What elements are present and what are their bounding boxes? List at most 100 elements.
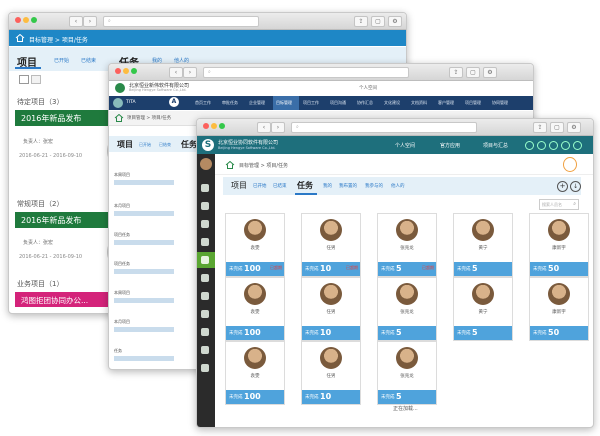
sidebar-chart-icon[interactable] [201,310,209,318]
list-item[interactable]: 本周项目 [114,172,130,178]
member-card[interactable]: 康新宇 未完成 50 [529,277,589,341]
nav-item-0[interactable]: 首页工作 [195,100,211,106]
nav-item-10[interactable]: 项目管理 [465,100,481,106]
minimize-dot[interactable] [23,17,29,23]
grid-view-icon[interactable] [19,75,29,84]
tab-project[interactable]: 项目 [231,180,247,191]
nav-item-6[interactable]: 协作汇总 [357,100,373,106]
sidebar-user-icon[interactable] [201,238,209,246]
member-card[interactable]: 黄宁 未完成 5 [453,277,513,341]
sidebar-calendar-icon[interactable] [201,202,209,210]
header-link-apps[interactable]: 官方应用 [440,142,460,149]
back-icon[interactable]: ‹ [257,122,271,133]
member-card[interactable]: 张兆龙 未完成 5 [377,341,437,405]
tab-project[interactable]: 项目 [117,139,133,150]
settings-icon[interactable]: ⚙ [567,122,581,133]
list-view-icon[interactable] [31,75,41,84]
add-icon[interactable]: + [557,181,568,192]
tab-participate[interactable]: 我参与的 [365,183,383,189]
project-card3-header[interactable]: 鸿图拒团协同办公... [15,292,111,307]
back-icon[interactable]: ‹ [169,67,183,78]
timer-icon[interactable] [563,157,577,172]
forward-icon[interactable]: › [83,16,97,27]
member-card[interactable]: 任男 未完成 10 [301,341,361,405]
member-card[interactable]: 袁雯 未完成 100 [225,277,285,341]
member-card[interactable]: 张兆龙 未完成 5 [377,277,437,341]
tab-others[interactable]: 他人的 [391,183,405,189]
list-item[interactable]: 项目任务 [114,232,130,238]
member-card[interactable]: 张兆龙 未完成 5 已超期 [377,213,437,277]
sidebar-settings-icon[interactable] [201,346,209,354]
tab-started[interactable]: 已开始 [253,183,267,189]
header-link-personal[interactable]: 个人空间 [395,142,415,149]
tab-ended[interactable]: 已结束 [273,183,287,189]
back-icon[interactable]: ‹ [69,16,83,27]
message-icon[interactable] [537,141,546,150]
sidebar-share-icon[interactable] [201,220,209,228]
address-bar[interactable]: ⌕ [103,16,259,27]
maximize-dot[interactable] [219,123,225,129]
tab-mine[interactable]: 我的 [323,183,332,189]
sidebar-box-icon[interactable] [201,328,209,336]
sidebar-target-icon[interactable] [201,256,209,264]
power-icon[interactable] [573,141,582,150]
download-icon[interactable]: ↓ [570,181,581,192]
list-item[interactable]: 本月项目 [114,203,130,209]
minimize-dot[interactable] [123,68,129,74]
settings-icon[interactable]: ⚙ [388,16,402,27]
address-bar[interactable]: ⌕ [291,122,477,133]
notify-icon[interactable] [525,141,534,150]
mail-icon[interactable] [549,141,558,150]
share-icon[interactable]: ⇪ [449,67,463,78]
nav-item-2[interactable]: 企业管理 [249,100,265,106]
maximize-dot[interactable] [31,17,37,23]
member-card[interactable]: 任男 未完成 10 [301,277,361,341]
project-card-header[interactable]: 2016年新品发布 [15,110,111,126]
tab-task[interactable]: 任务 [181,139,197,150]
member-card[interactable]: 袁雯 未完成 100 [225,341,285,405]
nav-item-3[interactable]: 目标管理 [276,100,292,106]
maximize-dot[interactable] [131,68,137,74]
search-icon[interactable]: ⌕ [573,201,576,207]
tabs-icon[interactable]: ▢ [371,16,385,27]
list-item[interactable]: 本周项目 [114,290,130,296]
avatar[interactable] [200,158,212,170]
sidebar-home-icon[interactable] [201,184,209,192]
search-input[interactable]: 搜索人员名 [542,202,562,208]
nav-item-7[interactable]: 文化建设 [384,100,400,106]
member-card[interactable]: 任男 未完成 10 已超期 [301,213,361,277]
member-card[interactable]: 黄宁 未完成 5 [453,213,513,277]
nav-item-8[interactable]: 文档资料 [411,100,427,106]
home-icon[interactable] [225,161,235,169]
share-icon[interactable]: ⇪ [354,16,368,27]
tabs-icon[interactable]: ▢ [550,122,564,133]
list-item[interactable]: 项目任务 [114,261,130,267]
personal-space-link[interactable]: 个人空间 [359,85,377,91]
tab-started[interactable]: 已开始 [54,57,69,64]
tab-task[interactable]: 任务 [297,180,313,191]
nav-item-4[interactable]: 项目工作 [303,100,319,106]
nav-item-5[interactable]: 项目沟通 [330,100,346,106]
member-card[interactable]: 袁雯 未完成 100 已超期 [225,213,285,277]
help-icon[interactable] [561,141,570,150]
home-icon[interactable] [15,34,25,42]
close-dot[interactable] [203,123,209,129]
list-item[interactable]: 任务 [114,348,122,354]
member-card[interactable]: 康新宇 未完成 50 [529,213,589,277]
forward-icon[interactable]: › [183,67,197,78]
tab-assigned[interactable]: 我布置的 [339,183,357,189]
home-icon[interactable] [114,114,124,122]
tabs-icon[interactable]: ▢ [466,67,480,78]
sidebar-power-icon[interactable] [201,364,209,372]
sidebar-folder-icon[interactable] [201,292,209,300]
tab-started[interactable]: 已开始 [139,142,151,148]
project-card2-header[interactable]: 2016年新品发布 [15,212,111,228]
nav-item-11[interactable]: 协同管理 [492,100,508,106]
header-link-projects[interactable]: 项目与汇总 [483,142,508,149]
list-item[interactable]: 本月项目 [114,319,130,325]
nav-item-9[interactable]: 客户管理 [438,100,454,106]
close-dot[interactable] [15,17,21,23]
share-icon[interactable]: ⇪ [533,122,547,133]
nav-item-1[interactable]: 审批任务 [222,100,238,106]
settings-icon[interactable]: ⚙ [483,67,497,78]
